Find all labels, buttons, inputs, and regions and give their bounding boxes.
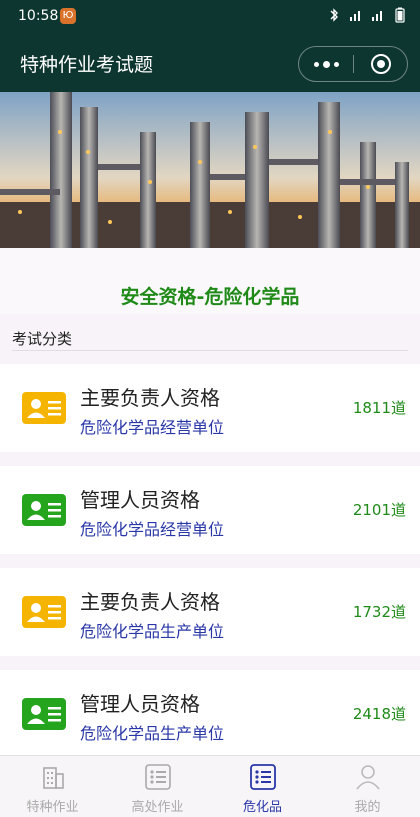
card-title: 主要负责人资格 bbox=[80, 590, 220, 614]
subject-header: 安全资格-危险化学品 bbox=[0, 248, 420, 314]
id-card-icon bbox=[22, 698, 66, 730]
exam-card[interactable]: 管理人员资格 危险化学品生产单位 2418道 bbox=[0, 670, 420, 758]
id-card-icon bbox=[22, 494, 66, 526]
tab-label: 高处作业 bbox=[131, 800, 184, 815]
card-title: 管理人员资格 bbox=[80, 692, 200, 716]
tab-height-work[interactable]: 高处作业 bbox=[105, 756, 210, 817]
bluetooth-icon bbox=[330, 8, 338, 22]
subject-title: 安全资格-危险化学品 bbox=[120, 286, 300, 308]
card-subtitle: 危险化学品生产单位 bbox=[80, 622, 225, 641]
banner-image bbox=[0, 92, 420, 248]
notification-icon: Ю bbox=[60, 8, 76, 24]
id-card-icon bbox=[22, 596, 66, 628]
battery-icon bbox=[395, 7, 405, 23]
more-dot bbox=[333, 61, 339, 67]
tab-mine[interactable]: 我的 bbox=[315, 756, 420, 817]
building-icon bbox=[43, 767, 64, 789]
section-label: 考试分类 bbox=[12, 330, 73, 348]
list-icon bbox=[145, 764, 171, 790]
status-bar: 10:58 Ю bbox=[0, 0, 420, 34]
signal-icon-2 bbox=[372, 11, 382, 21]
tab-label: 危化品 bbox=[242, 800, 282, 815]
exam-card[interactable]: 管理人员资格 危险化学品经营单位 2101道 bbox=[0, 466, 420, 554]
question-count: 1732道 bbox=[352, 603, 406, 621]
card-subtitle: 危险化学品经营单位 bbox=[80, 520, 225, 539]
section-divider bbox=[12, 350, 408, 351]
signal-icon bbox=[350, 11, 360, 21]
status-time: 10:58 bbox=[18, 8, 59, 24]
refinery-illustration bbox=[0, 92, 420, 248]
exam-card[interactable]: 主要负责人资格 危险化学品经营单位 1811道 bbox=[0, 364, 420, 452]
id-card-icon bbox=[22, 392, 66, 424]
tab-bar: 特种作业 高处作业 危化品 我的 bbox=[0, 755, 420, 817]
tab-hazardous-chemicals[interactable]: 危化品 bbox=[210, 756, 315, 817]
question-count: 2101道 bbox=[352, 501, 406, 519]
user-icon bbox=[356, 765, 380, 790]
capsule-divider bbox=[353, 55, 354, 73]
card-title: 管理人员资格 bbox=[80, 488, 200, 512]
close-miniprogram-icon[interactable] bbox=[371, 54, 391, 74]
tab-label: 我的 bbox=[354, 800, 381, 815]
exam-card[interactable]: 主要负责人资格 危险化学品生产单位 1732道 bbox=[0, 568, 420, 656]
exam-category-section: 考试分类 bbox=[0, 320, 420, 352]
status-icons bbox=[326, 7, 408, 23]
card-subtitle: 危险化学品经营单位 bbox=[80, 418, 225, 437]
card-title: 主要负责人资格 bbox=[80, 386, 220, 410]
tab-label: 特种作业 bbox=[26, 800, 79, 815]
more-dot bbox=[313, 61, 319, 67]
page-title: 特种作业考试题 bbox=[20, 54, 154, 76]
more-button[interactable] bbox=[299, 47, 353, 81]
nav-bar: 特种作业考试题 bbox=[0, 34, 420, 92]
question-count: 2418道 bbox=[352, 705, 406, 723]
list-icon bbox=[250, 764, 276, 790]
more-dot bbox=[322, 60, 330, 68]
card-subtitle: 危险化学品生产单位 bbox=[80, 724, 225, 743]
tab-special-work[interactable]: 特种作业 bbox=[0, 756, 105, 817]
miniprogram-capsule bbox=[298, 46, 408, 82]
question-count: 1811道 bbox=[352, 399, 406, 417]
